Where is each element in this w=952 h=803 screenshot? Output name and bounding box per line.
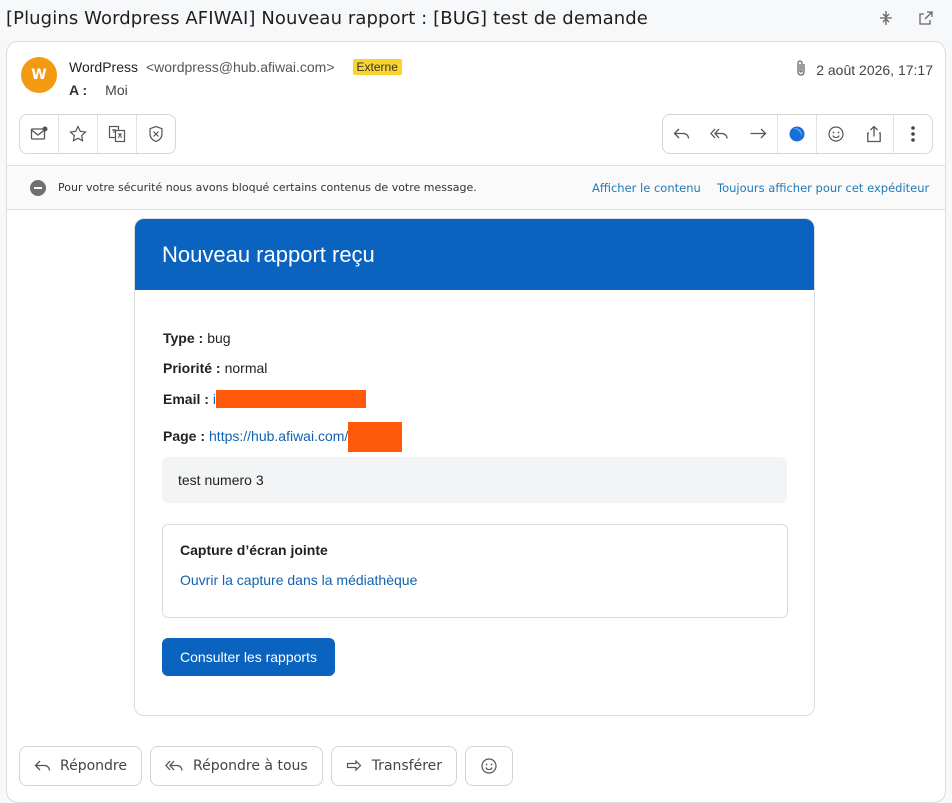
- email-subject: [Plugins Wordpress AFIWAI] Nouveau rappo…: [6, 7, 648, 29]
- subject-bar: [Plugins Wordpress AFIWAI] Nouveau rappo…: [0, 0, 952, 36]
- to-line: A : Moi: [69, 82, 128, 98]
- reply-label: Répondre: [60, 758, 127, 774]
- collapse-icon[interactable]: [874, 6, 898, 30]
- email-redaction: [216, 390, 367, 408]
- mark-unread-icon[interactable]: [20, 115, 59, 153]
- reply-actions: Répondre Répondre à tous Transférer: [19, 746, 514, 786]
- page-label: Page :: [163, 428, 206, 444]
- type-label: Type :: [163, 330, 204, 346]
- capture-box: Capture d’écran jointe Ouvrir la capture…: [162, 524, 788, 618]
- emoji-reaction-icon: [481, 758, 497, 774]
- forward-label: Transférer: [371, 758, 443, 774]
- emoji-icon[interactable]: [817, 115, 855, 153]
- forward-button-icon: [346, 759, 362, 772]
- report-message: test numero 3: [178, 472, 264, 488]
- capture-title: Capture d’écran jointe: [180, 542, 328, 558]
- security-message: Pour votre sécurité nous avons bloqué ce…: [58, 181, 477, 194]
- always-show-link[interactable]: Toujours afficher pour cet expéditeur: [717, 181, 929, 195]
- reply-all-button[interactable]: Répondre à tous: [150, 746, 323, 786]
- forward-icon[interactable]: [739, 115, 778, 153]
- avatar: W: [21, 57, 57, 93]
- sender-email[interactable]: <wordpress@hub.afiwai.com>: [146, 59, 335, 75]
- share-icon[interactable]: [855, 115, 894, 153]
- email-header: Nouveau rapport reçu: [135, 219, 814, 290]
- security-bar: Pour votre sécurité nous avons bloqué ce…: [7, 165, 945, 210]
- capture-link[interactable]: Ouvrir la capture dans la médiathèque: [180, 572, 417, 588]
- blocked-icon: [30, 179, 46, 196]
- external-badge: Externe: [352, 59, 402, 75]
- view-reports-button[interactable]: Consulter les rapports: [162, 638, 335, 676]
- block-shield-icon[interactable]: [137, 115, 175, 153]
- priority-field: Priorité : normal: [163, 360, 267, 376]
- page-redaction: [348, 422, 403, 452]
- page-link[interactable]: https://hub.afiwai.com/: [209, 428, 348, 444]
- show-content-link[interactable]: Afficher le contenu: [592, 181, 701, 195]
- emoji-reaction-button[interactable]: [465, 746, 514, 786]
- report-message-box: test numero 3: [162, 457, 787, 503]
- reply-all-icon[interactable]: [701, 115, 739, 153]
- toolbar-left: [19, 114, 176, 154]
- reply-icon[interactable]: [663, 115, 701, 153]
- reply-all-button-icon: [165, 760, 183, 771]
- reply-button[interactable]: Répondre: [19, 746, 142, 786]
- ai-assistant-icon[interactable]: [778, 115, 817, 153]
- email-field: Email : i: [163, 390, 367, 408]
- priority-label: Priorité :: [163, 360, 221, 376]
- star-icon[interactable]: [59, 115, 98, 153]
- sender-name[interactable]: WordPress: [69, 59, 138, 75]
- page-field: Page : https://hub.afiwai.com/: [163, 420, 403, 452]
- translate-icon[interactable]: [98, 115, 137, 153]
- reply-button-icon: [34, 760, 51, 771]
- toolbar-right: [662, 114, 933, 154]
- more-options-icon[interactable]: [894, 115, 932, 153]
- type-value: bug: [207, 330, 231, 346]
- email-label: Email :: [163, 391, 209, 407]
- email-body: Nouveau rapport reçu Type : bug Priorité…: [134, 218, 815, 716]
- attachment-icon[interactable]: [794, 59, 808, 80]
- to-label: A :: [69, 82, 88, 98]
- top-icons: [874, 6, 938, 30]
- message-date: 2 août 2026, 17:17: [816, 61, 933, 78]
- email-title: Nouveau rapport reçu: [162, 241, 375, 267]
- to-value[interactable]: Moi: [105, 82, 128, 98]
- priority-value: normal: [224, 360, 268, 376]
- reply-all-label: Répondre à tous: [193, 758, 308, 774]
- from-line: WordPress <wordpress@hub.afiwai.com> Ext…: [69, 59, 402, 75]
- type-field: Type : bug: [163, 330, 231, 346]
- open-external-icon[interactable]: [914, 6, 938, 30]
- date-area: 2 août 2026, 17:17: [794, 59, 933, 80]
- forward-button[interactable]: Transférer: [330, 746, 458, 786]
- message-card: W WordPress <wordpress@hub.afiwai.com> E…: [6, 41, 946, 803]
